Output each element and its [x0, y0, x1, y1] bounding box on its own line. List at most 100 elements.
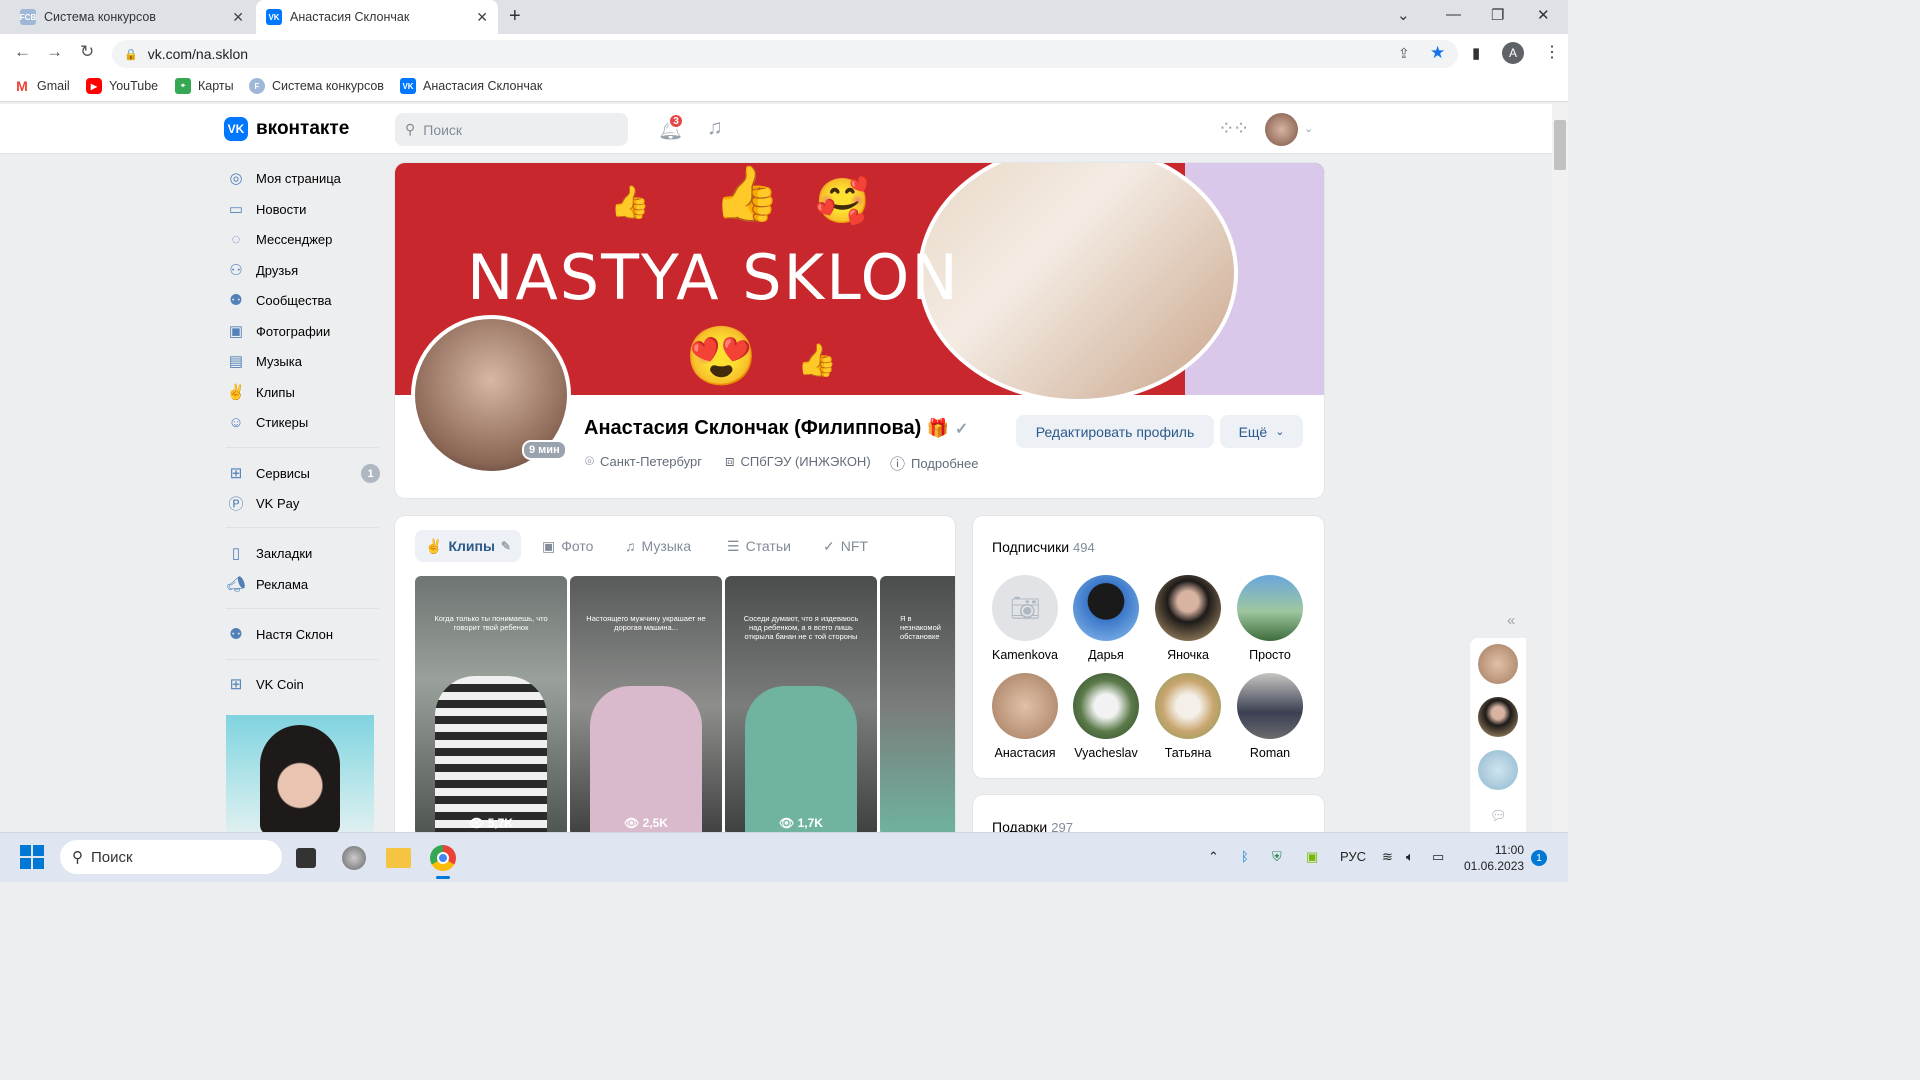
more-button[interactable]: Ещё ⌄ [1220, 415, 1303, 448]
sidebar-item-groups[interactable]: ⚉ Сообщества [226, 289, 331, 311]
scrollbar[interactable] [1552, 104, 1568, 832]
clips-icon: ✌ [425, 537, 443, 554]
subscriber-item[interactable]: Анастасия [989, 673, 1061, 760]
clock[interactable]: 11:00 01.06.2023 [1464, 842, 1524, 874]
nvidia-icon[interactable]: ▣ [1306, 849, 1318, 865]
chat-avatar[interactable] [1478, 750, 1518, 790]
chevron-down-icon[interactable]: ⌄ [1304, 122, 1313, 135]
chat-avatar[interactable] [1478, 644, 1518, 684]
volume-icon[interactable]: 🔈︎ [1406, 849, 1414, 865]
sidebar-item-services[interactable]: ⊞ Сервисы 1 [226, 462, 380, 484]
sidebar-item-photos[interactable]: ▣ Фотографии [226, 320, 330, 342]
subscriber-item[interactable]: 📷︎ Kamenkova [989, 575, 1061, 662]
tab-nft[interactable]: ✓ NFT [823, 530, 868, 562]
star-icon[interactable]: ★ [1430, 43, 1445, 63]
message-icon[interactable]: 💬︎ [1490, 808, 1507, 824]
windows-start-icon[interactable] [20, 845, 44, 869]
edge-icon[interactable] [342, 846, 366, 870]
scrollbar-thumb[interactable] [1554, 120, 1566, 170]
collapse-chats-icon[interactable]: « [1507, 612, 1515, 629]
sidebar-item-vkcoin[interactable]: ⊞ VK Coin [226, 673, 304, 695]
notification-badge[interactable]: 1 [1531, 850, 1547, 866]
minimize-icon[interactable]: — [1446, 6, 1461, 23]
avatar [1155, 575, 1221, 641]
profile-avatar[interactable]: A [1502, 42, 1524, 64]
chat-avatar[interactable] [1478, 697, 1518, 737]
sidebar-item-clips[interactable]: ✌ Клипы [226, 381, 295, 403]
profile-city[interactable]: ⌾ Санкт-Петербург [585, 453, 702, 470]
vk-logo[interactable]: VK вконтакте [224, 117, 349, 141]
subscriber-item[interactable]: Просто [1234, 575, 1306, 662]
subscriber-item[interactable]: Татьяна [1152, 673, 1224, 760]
nft-icon: ✓ [823, 537, 835, 554]
back-icon[interactable]: ← [14, 42, 31, 62]
clip-thumbnail[interactable]: Когда только ты понимаешь, что говорит т… [415, 576, 567, 836]
photo-icon: ▣ [542, 537, 556, 554]
close-icon[interactable]: ✕ [476, 9, 488, 26]
language-indicator[interactable]: РУС [1340, 849, 1366, 864]
edit-profile-button[interactable]: Редактировать профиль [1016, 415, 1214, 448]
close-icon[interactable]: ✕ [232, 9, 244, 26]
subscriber-item[interactable]: Яночка [1152, 575, 1224, 662]
bookmark-contests[interactable]: F Система конкурсов [249, 78, 384, 94]
tab-vk-profile[interactable]: VK Анастасия Склончак ✕ [256, 0, 498, 34]
tab-clips[interactable]: ✌ Клипы ✎ [415, 530, 521, 562]
sidebar-item-music[interactable]: ▤ Музыка [226, 350, 302, 372]
clip-thumbnail[interactable]: Настоящего мужчину украшает не дорогая м… [570, 576, 722, 836]
sidebar-item-label: Фотографии [256, 323, 331, 339]
maximize-icon[interactable]: ❐ [1491, 6, 1504, 24]
sidepanel-icon[interactable]: ▮ [1472, 44, 1480, 62]
taskbar-search-input[interactable]: ⚲ Поиск [60, 840, 282, 874]
clip-thumbnail[interactable]: Соседи думают, что я издеваюсь над ребен… [725, 576, 877, 836]
bookmark-maps[interactable]: ⌖ Карты [175, 78, 234, 94]
tab-articles[interactable]: ☰ Статьи [727, 530, 791, 562]
search-input[interactable]: ⚲ Поиск [395, 113, 628, 146]
task-view-icon[interactable] [296, 848, 316, 868]
more-label: Ещё [1238, 423, 1268, 440]
subscriber-item[interactable]: Дарья [1070, 575, 1142, 662]
friends-icon: ⚇ [229, 262, 243, 279]
sidebar-item-news[interactable]: ▭ Новости [226, 198, 306, 220]
bookmark-youtube[interactable]: ▶ YouTube [86, 78, 158, 94]
explorer-icon[interactable] [386, 848, 411, 868]
new-tab-button[interactable]: + [509, 5, 521, 28]
sidebar-item-vkpay[interactable]: Ⓟ VK Pay [226, 492, 299, 514]
security-icon[interactable]: ⛨ [1272, 849, 1282, 865]
chrome-icon[interactable] [430, 845, 456, 871]
wifi-icon[interactable]: ≋ [1382, 849, 1393, 865]
sidebar-item-friends[interactable]: ⚇ Друзья [226, 259, 298, 281]
url-input[interactable]: 🔒 vk.com/na.sklon [112, 40, 1458, 68]
bookmark-vk[interactable]: VK Анастасия Склончак [400, 78, 542, 94]
bookmark-gmail[interactable]: M Gmail [14, 78, 70, 94]
sidebar-item-bookmarks[interactable]: ▯ Закладки [226, 542, 312, 564]
sidebar-item-community[interactable]: ⚉ Настя Склон [226, 623, 333, 645]
avatar [1237, 575, 1303, 641]
clip-thumbnail[interactable]: Я в незнакомой обстановке [880, 576, 955, 836]
sidebar-item-messenger[interactable]: ◌ Мессенджер [226, 228, 333, 250]
tray-chevron-icon[interactable]: ⌃ [1208, 849, 1219, 865]
profile-more-info[interactable]: ⓘ Подробнее [890, 453, 978, 474]
share-icon[interactable]: ⇪ [1398, 45, 1410, 62]
music-icon[interactable]: ♫ [707, 116, 723, 140]
battery-icon[interactable]: ▭ [1432, 849, 1444, 865]
sidebar-item-stickers[interactable]: ☺ Стикеры [226, 411, 308, 433]
profile-university[interactable]: ⧈ СПбГЭУ (ИНЖЭКОН) [725, 453, 871, 470]
subscribers-title[interactable]: Подписчики 494 [992, 539, 1095, 555]
tab-search-icon[interactable]: ⌄ [1397, 6, 1410, 24]
bluetooth-icon[interactable]: ᛒ [1241, 849, 1249, 864]
subscriber-item[interactable]: Roman [1234, 673, 1306, 760]
tab-photos[interactable]: ▣ Фото [542, 530, 593, 562]
thumbs-up-icon: 👍 [610, 184, 650, 220]
apps-grid-icon[interactable]: ⁘⁘ [1218, 116, 1249, 141]
avatar[interactable] [1265, 113, 1298, 146]
subscriber-item[interactable]: Vyacheslav [1070, 673, 1142, 760]
forward-icon[interactable]: → [46, 42, 63, 62]
reload-icon[interactable]: ↻ [80, 42, 94, 62]
tab-music[interactable]: ♫ Музыка [625, 530, 691, 562]
close-window-icon[interactable]: ✕ [1537, 6, 1550, 24]
menu-icon[interactable]: ⋮ [1544, 42, 1560, 62]
tab-contests[interactable]: FCB Система конкурсов ✕ [10, 0, 254, 34]
sidebar-item-ads[interactable]: 📣︎ Реклама [226, 573, 308, 595]
ad-banner-image[interactable] [226, 715, 374, 832]
sidebar-item-my-page[interactable]: ◎ Моя страница [226, 167, 340, 189]
